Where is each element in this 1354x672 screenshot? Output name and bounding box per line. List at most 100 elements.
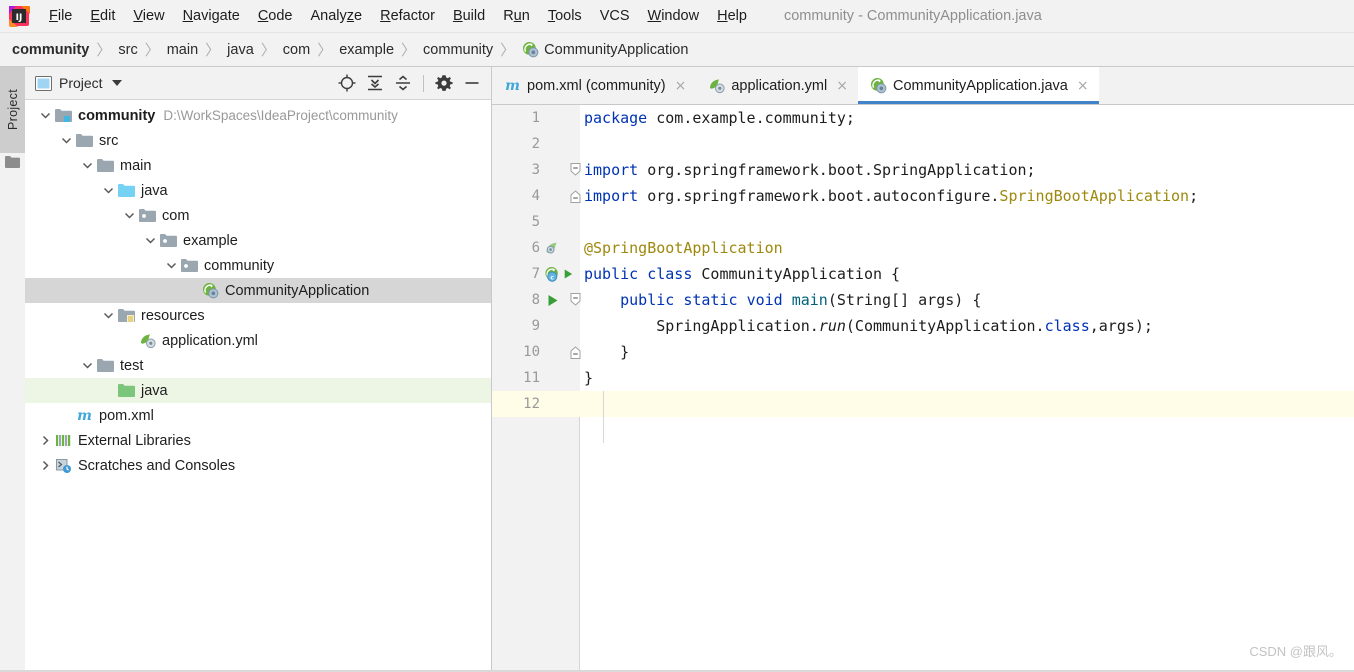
editor-tab-pom-xml-community-[interactable]: m pom.xml (community) ×: [492, 67, 697, 104]
code-token: static: [683, 291, 738, 309]
expand-all-icon[interactable]: [362, 70, 388, 96]
folder-gray-icon: [76, 132, 93, 149]
breadcrumb-item-community[interactable]: community: [12, 42, 89, 58]
breadcrumb-label: CommunityApplication: [544, 41, 689, 58]
scratches-icon: [55, 457, 72, 474]
chevron-down-icon[interactable]: [37, 108, 53, 124]
menu-item-window[interactable]: Window: [639, 5, 709, 27]
svg-text:m: m: [505, 78, 520, 94]
line-number: 7: [531, 266, 540, 282]
menu-item-refactor[interactable]: Refactor: [371, 5, 444, 27]
gutter-run-arrow-icon[interactable]: [544, 287, 561, 313]
editor-tab-application-yml[interactable]: application.yml ×: [696, 67, 858, 104]
close-icon[interactable]: ×: [836, 79, 848, 93]
fold-marker-open[interactable]: [570, 157, 581, 183]
tree-item-example[interactable]: example: [25, 228, 491, 253]
fold-marker-end[interactable]: [570, 183, 581, 209]
breadcrumb-separator: 〉: [205, 41, 221, 59]
tree-item-main[interactable]: main: [25, 153, 491, 178]
chevron-down-icon[interactable]: [142, 233, 158, 249]
hide-icon[interactable]: [459, 70, 485, 96]
gutter-run-arrow-icon[interactable]: [561, 261, 575, 287]
tree-item-label: src: [99, 132, 119, 149]
breadcrumb-item-community[interactable]: community: [423, 42, 493, 58]
editor-tab-communityapplication-java[interactable]: CommunityApplication.java ×: [857, 67, 1099, 104]
tree-item-src[interactable]: src: [25, 128, 491, 153]
breadcrumb-separator: 〉: [317, 41, 333, 59]
menu-item-help[interactable]: Help: [708, 5, 756, 27]
breadcrumb-label: main: [166, 41, 199, 58]
chevron-down-icon[interactable]: [163, 258, 179, 274]
menu-item-build[interactable]: Build: [444, 5, 494, 27]
menu-item-run[interactable]: Run: [494, 5, 539, 27]
tree-item-resources[interactable]: resources: [25, 303, 491, 328]
menu-item-vcs[interactable]: VCS: [591, 5, 639, 27]
tree-item-communityapplication[interactable]: CommunityApplication: [25, 278, 491, 303]
tree-item-com[interactable]: com: [25, 203, 491, 228]
locate-icon[interactable]: [334, 70, 360, 96]
menu-item-edit[interactable]: Edit: [81, 5, 124, 27]
code-token: SpringApplication.: [584, 317, 819, 335]
line-number: 4: [531, 188, 540, 204]
tool-window-button-project[interactable]: Project: [0, 67, 25, 153]
chevron-right-icon[interactable]: [37, 458, 53, 474]
tree-item-test[interactable]: test: [25, 353, 491, 378]
menu-item-navigate[interactable]: Navigate: [174, 5, 249, 27]
breadcrumb-item-main[interactable]: main: [167, 42, 198, 58]
code-token: org.springframework.boot.SpringApplicati…: [638, 161, 1036, 179]
chevron-down-icon[interactable]: [100, 183, 116, 199]
tree-item-label: CommunityApplication: [225, 282, 370, 299]
menu-item-tools[interactable]: Tools: [539, 5, 591, 27]
tree-item-community[interactable]: community: [25, 253, 491, 278]
folder-icon: [5, 155, 20, 168]
tree-item-external-libraries[interactable]: External Libraries: [25, 428, 491, 453]
close-icon[interactable]: ×: [1077, 79, 1089, 93]
tree-item-scratches-and-consoles[interactable]: Scratches and Consoles: [25, 453, 491, 478]
breadcrumb-item-java[interactable]: java: [227, 42, 254, 58]
line-number: 6: [531, 240, 540, 256]
chevron-right-icon[interactable]: [37, 433, 53, 449]
tree-item-label: community: [204, 257, 275, 274]
menu-item-view[interactable]: View: [124, 5, 173, 27]
breadcrumb-item-example[interactable]: example: [339, 42, 394, 58]
fold-marker-open[interactable]: [570, 287, 581, 313]
tool-window-button-project-label: Project: [5, 89, 20, 131]
chevron-down-icon[interactable]: [79, 358, 95, 374]
code-token: main: [791, 291, 828, 309]
chevron-down-icon[interactable]: [79, 158, 95, 174]
close-icon[interactable]: ×: [675, 79, 687, 93]
breadcrumb-item-com[interactable]: com: [283, 42, 310, 58]
tree-item-java[interactable]: java: [25, 178, 491, 203]
code-token: package: [584, 109, 648, 127]
collapse-all-icon[interactable]: [390, 70, 416, 96]
breadcrumb-item-communityapplication[interactable]: CommunityApplication: [522, 41, 688, 58]
spring-yaml-icon: [708, 77, 725, 94]
code-token: ,args);: [1089, 317, 1153, 335]
tree-item-pom-xml[interactable]: m pom.xml: [25, 403, 491, 428]
settings-gear-icon[interactable]: [431, 70, 457, 96]
tree-item-label: application.yml: [162, 332, 258, 349]
menu-item-analyze[interactable]: Analyze: [302, 5, 372, 27]
tree-item-label: java: [141, 382, 168, 399]
fold-marker-end[interactable]: [570, 339, 581, 365]
menu-item-code[interactable]: Code: [249, 5, 302, 27]
tree-item-community[interactable]: community D:\WorkSpaces\IdeaProject\commu…: [25, 103, 491, 128]
code-line-12: 12: [492, 391, 1354, 417]
code-text: public class CommunityApplication {: [584, 261, 900, 287]
watermark: CSDN @跟风。: [1249, 644, 1342, 659]
gutter-spring-boot-run-icon[interactable]: c: [544, 261, 561, 287]
menu-item-file[interactable]: File: [40, 5, 81, 27]
chevron-down-icon[interactable]: [100, 308, 116, 324]
chevron-down-icon[interactable]: [121, 208, 137, 224]
code-token: void: [746, 291, 783, 309]
tree-item-application-yml[interactable]: application.yml: [25, 328, 491, 353]
code-editor[interactable]: 1 package com.example.community; 2 3 import …: [492, 105, 1354, 672]
chevron-down-icon[interactable]: [111, 80, 122, 86]
breadcrumb-item-src[interactable]: src: [118, 42, 137, 58]
code-token: }: [584, 343, 630, 361]
tree-item-java[interactable]: java: [25, 378, 491, 403]
chevron-down-icon[interactable]: [58, 133, 74, 149]
gutter-spring-bean-leaf-icon[interactable]: [544, 235, 561, 261]
